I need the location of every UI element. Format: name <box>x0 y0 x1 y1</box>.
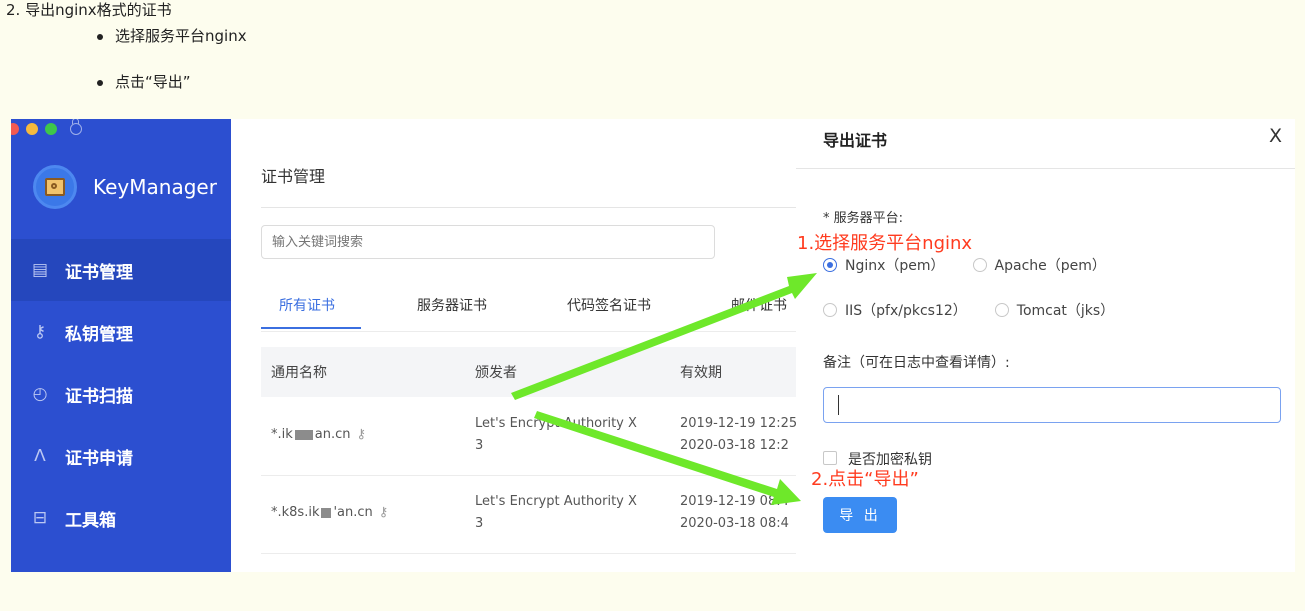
doc-bullet-click-export: 点击“导出” <box>90 72 247 92</box>
annotation-arrows <box>511 273 817 505</box>
arrow-to-export-button <box>534 411 801 505</box>
doc-heading: 2. 导出nginx格式的证书 <box>6 1 172 19</box>
annotation-step-1: 1.选择服务平台nginx <box>797 233 973 254</box>
arrow-to-nginx-option <box>511 273 817 400</box>
doc-bullet-list: 选择服务平台nginx 点击“导出” <box>90 26 247 92</box>
app-screenshot: KeyManager ▤ 证书管理 ⚷ 私钥管理 ◴ 证书扫描 ᐱ 证书申请 ⊟… <box>11 119 1295 572</box>
annotation-step-2: 2.点击“导出” <box>811 469 919 490</box>
doc-bullet-select-platform: 选择服务平台nginx <box>90 26 247 46</box>
